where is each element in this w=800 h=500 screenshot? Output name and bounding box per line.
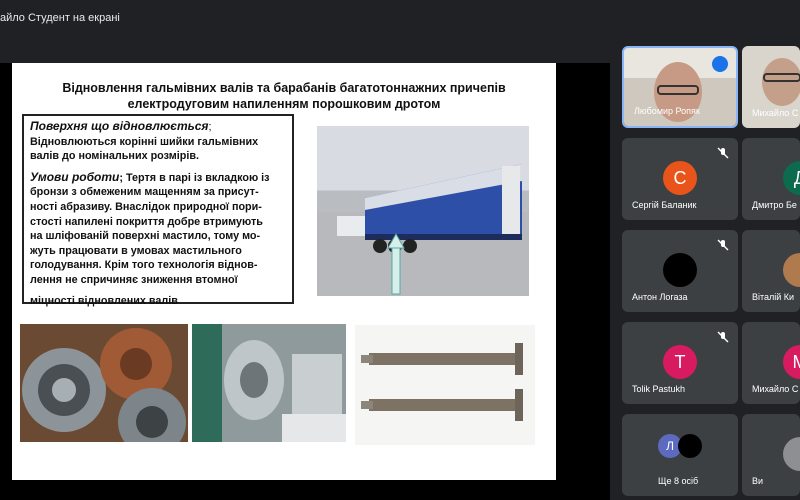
surface-line-1: Відновлюються корінні шийки гальмівних	[30, 135, 259, 148]
surface-heading-suffix: ;	[208, 121, 212, 133]
avatar	[678, 434, 702, 458]
conditions-line-3: стості напилені покриття добре втримують	[30, 215, 263, 228]
participant-name: Ви	[752, 476, 764, 486]
mic-off-icon	[717, 147, 729, 159]
conditions-line-0: ; Тертя в парі із вкладкою із	[119, 171, 270, 184]
participant-tile-more[interactable]: Л Ще 8 осіб	[622, 414, 738, 496]
trailer-photo	[317, 126, 529, 296]
conditions-line-5: жуть працювати в умовах мастильного	[30, 244, 242, 257]
conditions-line-7: лення не спричиняє зниження втомної	[30, 273, 238, 286]
presentation-slide: Відновлення гальмівних валів та барабані…	[12, 63, 556, 480]
avatar	[783, 253, 800, 287]
avatar: T	[663, 345, 697, 379]
mic-off-icon	[717, 331, 729, 343]
avatar	[783, 437, 800, 471]
surface-line-2: валів до номінальних розмірів.	[30, 150, 199, 163]
speaking-icon	[712, 56, 728, 72]
conditions-heading: Умови роботи	[30, 169, 120, 184]
presentation-stage[interactable]: Відновлення гальмівних валів та барабані…	[0, 63, 610, 500]
participant-name: Tolik Pastukh	[632, 384, 686, 394]
slide-title-line1: Відновлення гальмівних валів та барабані…	[62, 81, 506, 95]
conditions-last-line: міцності відновлених валів	[30, 294, 178, 307]
participant-tile-2[interactable]: Михайло С	[742, 46, 800, 128]
lathe-photo	[192, 324, 346, 442]
participant-tile-6[interactable]: Віталій Ки	[742, 230, 800, 312]
participant-name: Сергій Баланик	[632, 200, 697, 210]
participant-tile-8[interactable]: М Михайло С	[742, 322, 800, 404]
participant-name: Віталій Ки	[752, 292, 795, 302]
avatar	[663, 253, 697, 287]
slide-title-line2: електродуговим напиленням порошковим дро…	[127, 97, 441, 111]
conditions-line-6: голодування. Крім того технологія віднов…	[30, 259, 258, 272]
mic-off-icon	[717, 239, 729, 251]
participant-name: Михайло С	[752, 108, 799, 118]
brake-drums-photo	[20, 324, 188, 442]
participant-tile-3[interactable]: С Сергій Баланик	[622, 138, 738, 220]
top-bar: айло Студент на екрані	[0, 0, 800, 36]
participant-tile-4[interactable]: Д Дмитро Бе	[742, 138, 800, 220]
participant-tile-5[interactable]: Антон Логаза	[622, 230, 738, 312]
avatar: М	[783, 345, 800, 379]
surface-heading: Поверхня що відновлюється	[30, 119, 209, 133]
avatar: Д	[783, 161, 800, 195]
slide-text-box: Поверхня що відновлюється; Відновлюються…	[22, 114, 294, 307]
participant-tile-1[interactable]: Любомир Ропяк	[622, 46, 738, 128]
participant-name: Дмитро Бе	[752, 200, 797, 210]
participant-name: Ще 8 осіб	[658, 476, 699, 486]
participant-name: Антон Логаза	[632, 292, 688, 302]
participant-name: Михайло С	[752, 384, 799, 394]
participant-tile-7[interactable]: T Tolik Pastukh	[622, 322, 738, 404]
presenter-title: айло Студент на екрані	[0, 12, 120, 24]
participant-name: Любомир Ропяк	[634, 106, 700, 116]
conditions-line-4: на шліфованій поверхні мастило, тому мо-	[30, 230, 261, 243]
avatar: С	[663, 161, 697, 195]
conditions-line-1: бронзи з обмеженим мащенням за присут-	[30, 186, 259, 199]
slide-title: Відновлення гальмівних валів та барабані…	[12, 80, 556, 112]
conditions-line-2: ності абразиву. Внаслідок природної пори…	[30, 200, 262, 213]
participant-tile-self[interactable]: Ви	[742, 414, 800, 496]
brake-shafts-photo	[355, 325, 535, 445]
